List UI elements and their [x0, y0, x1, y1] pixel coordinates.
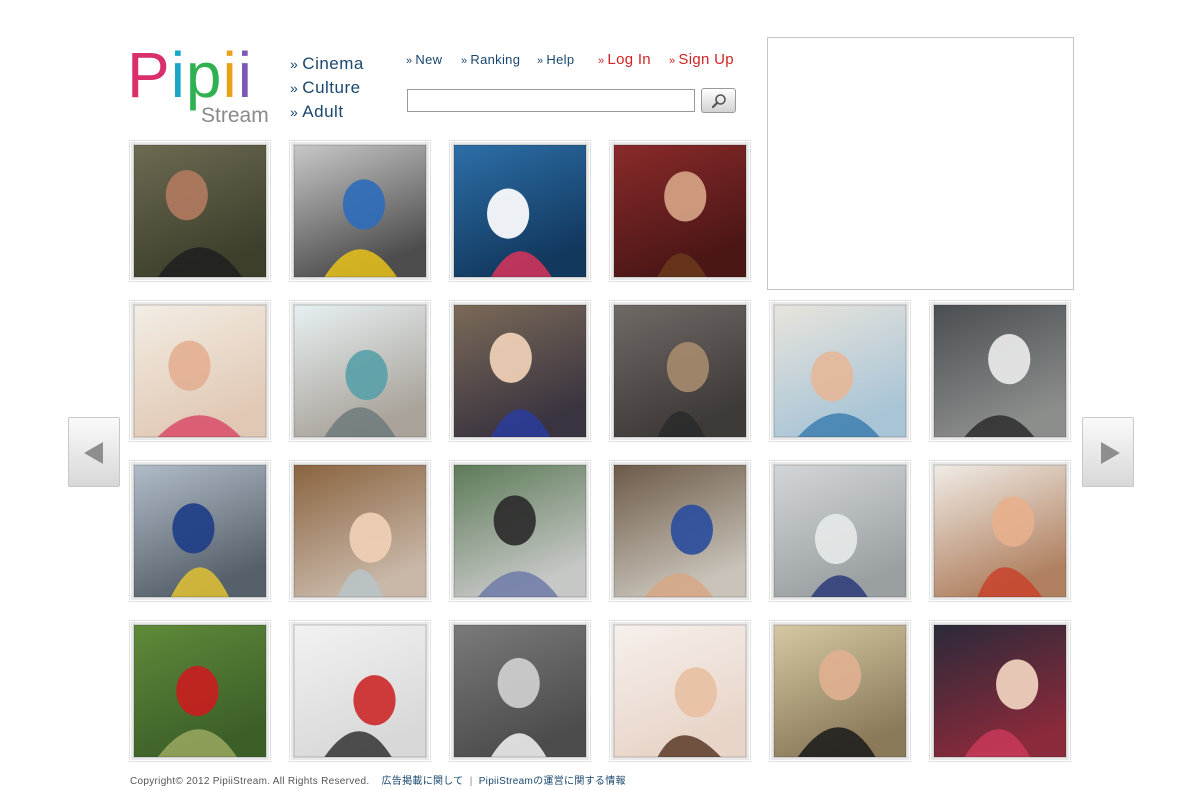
video-thumbnail-man-motorcycle[interactable] — [449, 460, 591, 602]
nav-ranking-label: Ranking — [470, 52, 521, 67]
video-thumbnail-white-classic-car[interactable] — [929, 300, 1071, 442]
nav-new[interactable]: » New — [406, 52, 442, 67]
nav-help-label: Help — [546, 52, 575, 67]
video-thumbnail-red-sports-car[interactable] — [129, 620, 271, 762]
video-thumbnail-aircraft-crew[interactable] — [769, 460, 911, 602]
signup-label: Sign Up — [678, 51, 734, 68]
search-input[interactable] — [407, 89, 695, 112]
magnifier-icon — [711, 94, 726, 109]
nav-adult-label: Adult — [302, 102, 344, 121]
video-thumbnail-man-blue-shirt[interactable] — [609, 460, 751, 602]
video-thumbnail-tabby-cat[interactable] — [609, 300, 751, 442]
video-thumbnail-woman-in-forest[interactable] — [129, 140, 271, 282]
video-thumbnail-two-people[interactable] — [929, 460, 1071, 602]
video-thumbnail-snowboarder[interactable] — [289, 620, 431, 762]
thumbnail-image — [453, 304, 587, 438]
logo-letter-5: i — [237, 39, 253, 111]
thumbnail-image — [133, 464, 267, 598]
raquo-glyph: » — [406, 55, 413, 67]
thumbnail-image — [933, 464, 1067, 598]
thumbnail-image — [133, 304, 267, 438]
thumbnail-image — [453, 144, 587, 278]
thumbnail-image — [613, 624, 747, 758]
video-thumbnail-two-women-pachinko[interactable] — [929, 620, 1071, 762]
ad-banner-area — [767, 37, 1074, 290]
raquo-glyph: » — [598, 55, 605, 67]
video-thumbnail-woman-portrait[interactable] — [609, 140, 751, 282]
nav-culture[interactable]: » Culture — [290, 76, 364, 100]
arrow-right-icon — [1101, 442, 1120, 464]
thumbnail-image — [613, 304, 747, 438]
thumbnail-image — [613, 144, 747, 278]
raquo-glyph: » — [290, 104, 299, 120]
thumbnail-image — [613, 464, 747, 598]
logo-letter-2: i — [170, 39, 186, 111]
raquo-glyph: » — [290, 56, 299, 72]
signup-link[interactable]: » Sign Up — [669, 51, 734, 68]
raquo-glyph: » — [290, 80, 299, 96]
video-thumbnail-woman-smiling-2[interactable] — [609, 620, 751, 762]
logo-letter-4: i — [222, 39, 238, 111]
raquo-glyph: » — [669, 55, 676, 67]
nav-ranking[interactable]: » Ranking — [461, 52, 520, 67]
thumbnail-image — [773, 304, 907, 438]
logo-letter-1: P — [127, 39, 171, 111]
video-thumbnail-woman-hot-spring[interactable] — [289, 460, 431, 602]
video-thumbnail-woman-bikini[interactable] — [769, 300, 911, 442]
nav-cinema-label: Cinema — [302, 54, 364, 73]
thumbnail-image — [453, 464, 587, 598]
video-thumbnail-man-racing-suit[interactable] — [129, 460, 271, 602]
nav-help[interactable]: » Help — [537, 52, 574, 67]
thumbnail-image — [133, 624, 267, 758]
copyright-text: Copyright© 2012 PipiiStream. All Rights … — [130, 776, 370, 787]
thumbnail-image — [293, 624, 427, 758]
thumbnail-image — [933, 624, 1067, 758]
video-thumbnail-surfer[interactable] — [449, 140, 591, 282]
video-thumbnail-race-car-driver[interactable] — [289, 140, 431, 282]
video-thumbnail-silver-convertible[interactable] — [449, 620, 591, 762]
thumbnail-image — [453, 624, 587, 758]
login-link[interactable]: » Log In — [598, 51, 651, 68]
nav-culture-label: Culture — [302, 78, 361, 97]
arrow-left-icon — [84, 442, 103, 464]
next-page-button[interactable] — [1082, 417, 1134, 487]
thumbnail-image — [293, 304, 427, 438]
raquo-glyph: » — [537, 55, 544, 67]
footer-separator: | — [469, 776, 473, 787]
nav-cinema[interactable]: » Cinema — [290, 52, 364, 76]
operation-info-link[interactable]: PipiiStreamの運営に関する情報 — [479, 776, 626, 787]
logo-letter-3: p — [185, 39, 223, 111]
thumbnail-image — [293, 464, 427, 598]
search-button[interactable] — [701, 88, 736, 113]
logo-wordmark: Pipii — [127, 40, 253, 110]
nav-new-label: New — [415, 52, 443, 67]
thumbnail-image — [293, 144, 427, 278]
raquo-glyph: » — [461, 55, 468, 67]
video-thumbnail-woman-lying[interactable] — [129, 300, 271, 442]
video-thumbnail-woman-smiling[interactable] — [449, 300, 591, 442]
video-thumbnail-fighter-jet[interactable] — [289, 300, 431, 442]
thumbnail-image — [133, 144, 267, 278]
pipii-stream-logo[interactable]: Pipii Stream — [127, 40, 277, 130]
thumbnail-image — [773, 464, 907, 598]
login-label: Log In — [607, 51, 651, 68]
footer: Copyright© 2012 PipiiStream. All Rights … — [130, 772, 626, 787]
logo-subtitle: Stream — [201, 104, 269, 127]
thumbnail-image — [773, 624, 907, 758]
thumbnail-image — [933, 304, 1067, 438]
previous-page-button[interactable] — [68, 417, 120, 487]
category-nav: » Cinema » Culture » Adult — [290, 52, 364, 124]
video-thumbnail-bald-man[interactable] — [769, 620, 911, 762]
advertising-link[interactable]: 広告掲載に関して — [382, 776, 464, 787]
nav-adult[interactable]: » Adult — [290, 100, 364, 124]
